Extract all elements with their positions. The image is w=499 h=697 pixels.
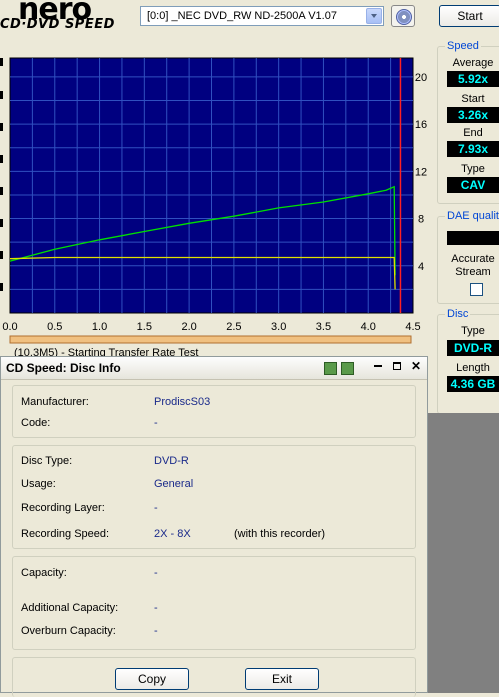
disc-type-label: Type	[461, 325, 485, 337]
end-speed-label: End	[463, 127, 483, 139]
capacity-label: Capacity:	[21, 567, 67, 579]
x-tick-label: 2.0	[181, 321, 196, 333]
left-tick-glyph	[0, 187, 3, 195]
start-speed-value: 3.26x	[447, 107, 499, 123]
speed-title: Speed	[445, 40, 481, 52]
disc-icon	[396, 9, 412, 25]
left-tick-glyph	[0, 58, 3, 66]
accurate-label: Accurate	[451, 253, 495, 265]
logo-text-bottom: CD·DVD SPEED	[0, 17, 115, 32]
recording-layer-value: -	[154, 502, 158, 514]
recording-speed-note: (with this recorder)	[234, 528, 326, 540]
overburn-capacity-label: Overburn Capacity:	[21, 625, 116, 637]
recording-speed-value: 2X - 8X	[154, 528, 191, 540]
additional-capacity-label: Additional Capacity:	[21, 602, 119, 614]
y-tick-label-right: 12	[415, 166, 427, 178]
average-value: 5.92x	[447, 71, 499, 87]
disc-info-button[interactable]	[391, 5, 415, 27]
additional-capacity-value: -	[154, 602, 158, 614]
y-tick-label-right: 16	[415, 119, 427, 131]
drive-select-value: [0:0] _NEC DVD_RW ND-2500A V1.07	[147, 10, 337, 22]
y-tick-label-right: 4	[418, 261, 424, 273]
disc-type-value-dialog: DVD-R	[154, 455, 189, 467]
left-tick-glyph	[0, 123, 3, 131]
disc-length-label: Length	[456, 362, 490, 374]
x-tick-label: 3.5	[316, 321, 331, 333]
start-speed-label: Start	[461, 93, 485, 105]
y-tick-label-right: 8	[418, 214, 424, 226]
capacity-value: -	[154, 567, 158, 579]
x-tick-label: 1.0	[92, 321, 107, 333]
button-box	[12, 657, 416, 697]
usage-label: Usage:	[21, 478, 56, 490]
left-tick-glyph	[0, 155, 3, 163]
code-label: Code:	[21, 417, 51, 429]
minimize-icon[interactable]	[374, 365, 382, 367]
usage-value: General	[154, 478, 194, 490]
start-button[interactable]: Start	[439, 5, 499, 27]
background-area	[428, 413, 499, 693]
left-tick-glyph	[0, 219, 3, 227]
end-speed-value: 7.93x	[447, 141, 499, 157]
x-tick-label: 4.5	[405, 321, 420, 333]
progress-bar	[9, 335, 412, 344]
left-tick-glyph	[0, 91, 3, 99]
manufacturer-label: Manufacturer:	[21, 396, 89, 408]
x-tick-label: 2.5	[226, 321, 241, 333]
transfer-rate-chart: 0.0 0.5 1.0 1.5 2.0 2.5 3.0 3.5 4.0 4.5 20 16 12 8 4	[0, 53, 432, 353]
manufacturer-value: ProdiscS03	[154, 396, 211, 408]
x-tick-label: 1.5	[137, 321, 152, 333]
manufacturer-box	[12, 385, 416, 438]
overburn-capacity-value: -	[154, 625, 158, 637]
disc-length-value: 4.36 GB	[447, 376, 499, 392]
copy-button[interactable]: Copy	[115, 668, 189, 690]
code-value: -	[154, 417, 158, 429]
y-tick-label-right: 20	[415, 72, 427, 84]
save-icon[interactable]	[341, 362, 354, 375]
x-tick-label: 3.0	[271, 321, 286, 333]
drive-select[interactable]: [0:0] _NEC DVD_RW ND-2500A V1.07	[140, 6, 384, 26]
dialog-title: CD Speed: Disc Info	[6, 361, 121, 375]
average-label: Average	[452, 57, 494, 69]
recording-speed-label: Recording Speed:	[21, 528, 110, 540]
recording-layer-label: Recording Layer:	[21, 502, 105, 514]
disc-type-value: DVD-R	[447, 340, 499, 356]
chevron-down-icon[interactable]	[366, 8, 382, 24]
accurate-stream-checkbox[interactable]	[470, 283, 483, 296]
dae-title: DAE quality	[445, 210, 499, 222]
disc-title: Disc	[445, 308, 471, 320]
left-tick-glyph	[0, 251, 3, 259]
left-tick-glyph	[0, 283, 3, 291]
speed-type-value: CAV	[447, 177, 499, 193]
close-icon[interactable]: ✕	[411, 359, 423, 373]
dialog-title-bar[interactable]: CD Speed: Disc Info ✕	[1, 357, 427, 380]
disc-type-label-dialog: Disc Type:	[21, 455, 73, 467]
x-tick-label: 4.0	[361, 321, 376, 333]
x-tick-label: 0.0	[2, 321, 17, 333]
nero-logo: nero CD·DVD SPEED	[0, 0, 128, 36]
x-tick-label: 0.5	[47, 321, 62, 333]
dae-value	[447, 231, 499, 245]
maximize-icon[interactable]	[393, 362, 401, 370]
exit-button[interactable]: Exit	[245, 668, 319, 690]
stream-label: Stream	[455, 266, 491, 278]
speed-type-label: Type	[461, 163, 485, 175]
pin-icon[interactable]	[324, 362, 337, 375]
